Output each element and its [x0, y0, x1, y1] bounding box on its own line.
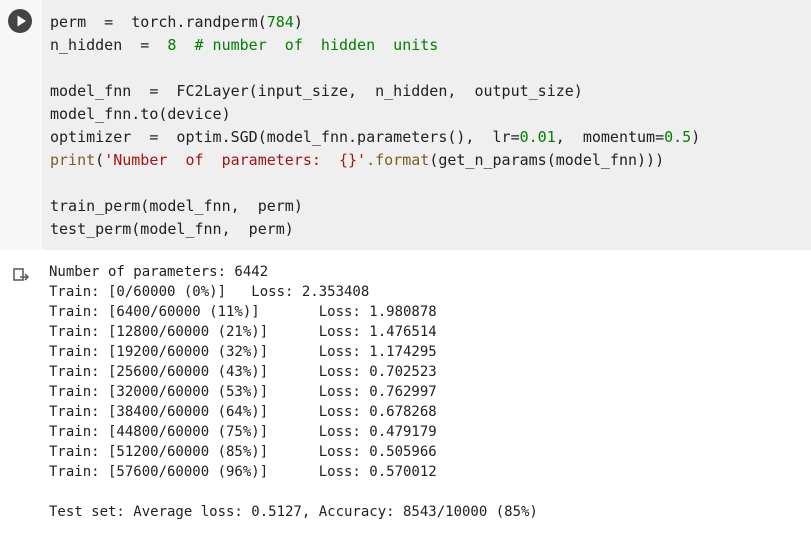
output-line: Train: [0/60000 (0%)] Loss: 2.353408 [49, 284, 370, 300]
output-line: Test set: Average loss: 0.5127, Accuracy… [49, 504, 538, 520]
code-editor[interactable]: perm = torch.randperm(784) n_hidden = 8 #… [42, 0, 811, 250]
code-cell: perm = torch.randperm(784) n_hidden = 8 #… [0, 0, 811, 250]
notebook-cell: perm = torch.randperm(784) n_hidden = 8 #… [0, 0, 811, 537]
code-token-default: ) [293, 13, 303, 31]
code-line: optimizer = optim.SGD(model_fnn.paramete… [50, 126, 700, 149]
output-line: Train: [57600/60000 (96%)] Loss: 0.57001… [49, 464, 437, 480]
code-lines: perm = torch.randperm(784) n_hidden = 8 #… [50, 11, 700, 241]
code-token-default: test_perm(model_fnn, perm) [50, 220, 294, 238]
code-token-num: 0.01 [519, 128, 556, 146]
output-line: Train: [51200/60000 (85%)] Loss: 0.50596… [49, 444, 437, 460]
output-blank-line [49, 482, 538, 502]
output-text: Number of parameters: 6442 Train: [0/6000… [49, 262, 538, 522]
code-token-num: 0.5 [664, 128, 692, 146]
code-token-builtin: print [50, 151, 96, 169]
code-token-default: train_perm(model_fnn, perm) [50, 197, 303, 215]
output-line: Number of parameters: 6442 [49, 264, 269, 280]
output-line: Train: [44800/60000 (75%)] Loss: 0.47917… [49, 424, 437, 440]
cell-gutter [0, 0, 42, 250]
output-line: Train: [38400/60000 (64%)] Loss: 0.67826… [49, 404, 437, 420]
code-token-num: 784 [266, 13, 294, 31]
code-line: n_hidden = 8 # number of hidden units [50, 34, 700, 57]
code-line: train_perm(model_fnn, perm) [50, 195, 700, 218]
output-clear-button[interactable] [12, 266, 30, 284]
code-token-builtin: .format [366, 151, 430, 169]
code-token-default: perm = torch.randperm( [50, 13, 267, 31]
output-clear-icon [13, 268, 30, 281]
run-cell-button[interactable] [8, 9, 32, 33]
code-token-default: n_hidden = [50, 36, 168, 54]
code-token-string: 'Number of parameters: {}' [104, 151, 367, 169]
code-line: model_fnn = FC2Layer(input_size, n_hidde… [50, 80, 700, 103]
output-line: Train: [32000/60000 (53%)] Loss: 0.76299… [49, 384, 437, 400]
code-token-default: ) [691, 128, 701, 146]
code-line: print('Number of parameters: {}'.format(… [50, 149, 700, 172]
code-token-default: , momentum= [555, 128, 665, 146]
output-line: Train: [25600/60000 (43%)] Loss: 0.70252… [49, 364, 437, 380]
code-line: model_fnn.to(device) [50, 103, 700, 126]
code-token-default: model_fnn = FC2Layer(input_size, n_hidde… [50, 82, 583, 100]
code-token-default: ( [95, 151, 105, 169]
code-line: test_perm(model_fnn, perm) [50, 218, 700, 241]
output-line: Train: [12800/60000 (21%)] Loss: 1.47651… [49, 324, 437, 340]
output-area: Number of parameters: 6442 Train: [0/6000… [0, 250, 811, 537]
output-line: Train: [19200/60000 (32%)] Loss: 1.17429… [49, 344, 437, 360]
play-icon [17, 15, 26, 27]
code-token-comment: # number of hidden units [176, 36, 439, 54]
code-token-default: optimizer = optim.SGD(model_fnn.paramete… [50, 128, 520, 146]
output-line: Train: [6400/60000 (11%)] Loss: 1.980878 [49, 304, 437, 320]
code-line: perm = torch.randperm(784) [50, 11, 700, 34]
code-token-default: model_fnn.to(device) [50, 105, 231, 123]
code-token-default: (get_n_params(model_fnn))) [429, 151, 665, 169]
